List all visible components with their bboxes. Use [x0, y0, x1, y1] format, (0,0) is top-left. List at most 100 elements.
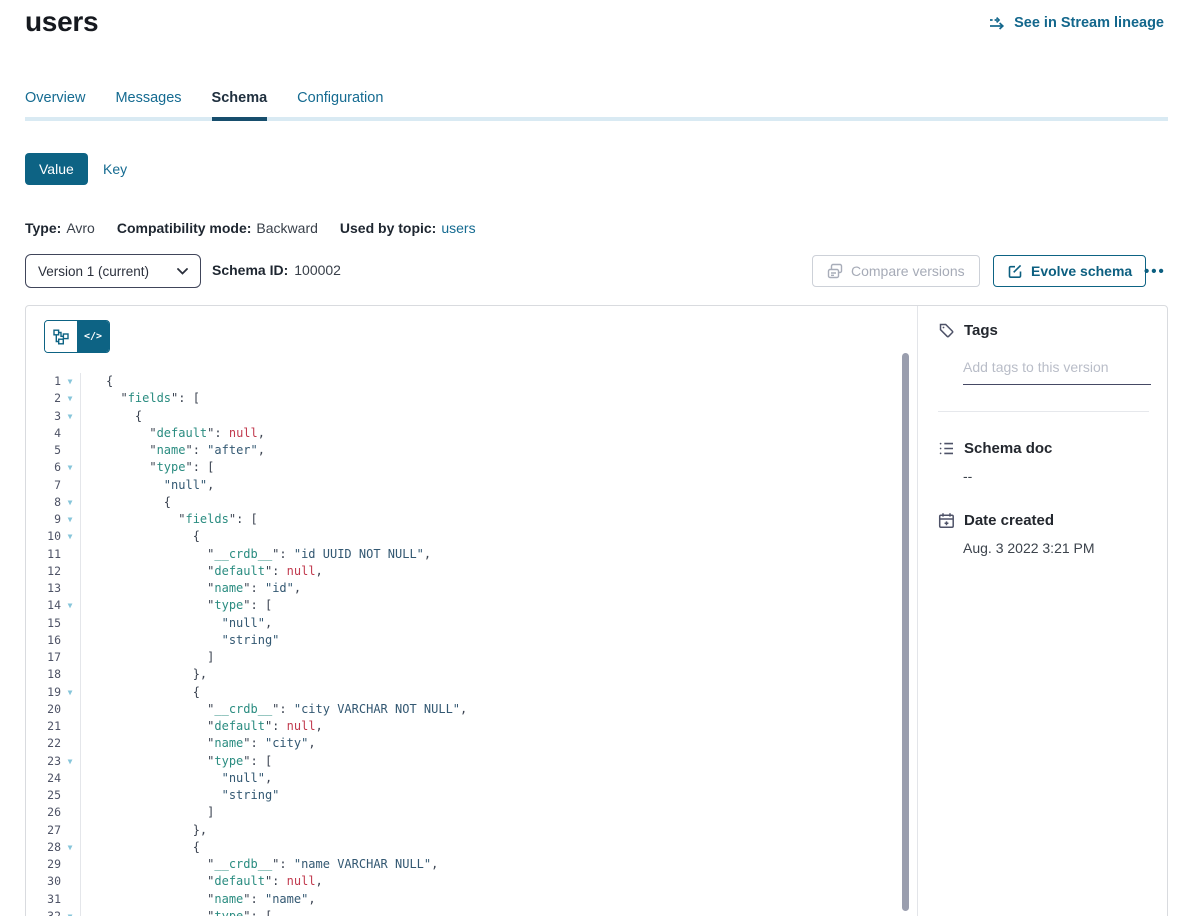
code-view-button[interactable]: </>: [77, 321, 109, 352]
line-number: 11: [27, 546, 61, 563]
code-line-text: {: [81, 528, 200, 545]
value-toggle-button[interactable]: Value: [25, 153, 88, 185]
code-line-text: {: [81, 494, 171, 511]
fold-spacer: [61, 563, 79, 580]
compare-versions-button[interactable]: Compare versions: [812, 255, 980, 287]
gutter: 12: [27, 563, 81, 580]
fold-caret-icon[interactable]: ▼: [61, 839, 79, 856]
date-created-value: Aug. 3 2022 3:21 PM: [963, 540, 1149, 556]
gutter: 14▼: [27, 597, 81, 614]
tab-schema[interactable]: Schema: [212, 90, 268, 121]
sidebar-divider: [938, 411, 1149, 412]
code-line-text: "default": null,: [81, 563, 323, 580]
scrollbar-thumb[interactable]: [902, 353, 909, 911]
gutter: 3▼: [27, 408, 81, 425]
tab-messages[interactable]: Messages: [115, 90, 181, 121]
fold-caret-icon[interactable]: ▼: [61, 373, 79, 390]
code-line: 8▼ {: [27, 494, 901, 511]
line-number: 10: [27, 528, 61, 545]
code-line-text: "__crdb__": "id UUID NOT NULL",: [81, 546, 431, 563]
line-number: 25: [27, 787, 61, 804]
line-number: 13: [27, 580, 61, 597]
gutter: 22: [27, 735, 81, 752]
fold-spacer: [61, 701, 79, 718]
line-number: 12: [27, 563, 61, 580]
code-line: 11 "__crdb__": "id UUID NOT NULL",: [27, 546, 901, 563]
schema-id: Schema ID: 100002: [212, 262, 341, 278]
code-line: 26 ]: [27, 804, 901, 821]
topic-link[interactable]: users: [441, 220, 475, 236]
fold-caret-icon[interactable]: ▼: [61, 408, 79, 425]
tag-icon: [938, 322, 955, 339]
gutter: 25: [27, 787, 81, 804]
gutter: 19▼: [27, 684, 81, 701]
code-viewport[interactable]: 1▼{2▼ "fields": [3▼ {4 "default": null,5…: [27, 373, 901, 916]
gutter: 24: [27, 770, 81, 787]
code-line-text: "__crdb__": "name VARCHAR NULL",: [81, 856, 438, 873]
line-number: 15: [27, 615, 61, 632]
code-line-text: {: [81, 839, 200, 856]
code-line-text: "type": [: [81, 459, 214, 476]
code-line-text: },: [81, 822, 207, 839]
fold-spacer: [61, 718, 79, 735]
code-line: 13 "name": "id",: [27, 580, 901, 597]
fold-spacer: [61, 856, 79, 873]
fold-caret-icon[interactable]: ▼: [61, 753, 79, 770]
fold-spacer: [61, 632, 79, 649]
code-line: 28▼ {: [27, 839, 901, 856]
code-line-text: "name": "id",: [81, 580, 301, 597]
code-line-text: "__crdb__": "city VARCHAR NOT NULL",: [81, 701, 467, 718]
line-number: 18: [27, 666, 61, 683]
tab-configuration[interactable]: Configuration: [297, 90, 383, 121]
evolve-schema-button[interactable]: Evolve schema: [993, 255, 1146, 287]
line-number: 16: [27, 632, 61, 649]
gutter: 9▼: [27, 511, 81, 528]
compare-versions-icon: [827, 263, 843, 279]
code-line: 12 "default": null,: [27, 563, 901, 580]
fold-caret-icon[interactable]: ▼: [61, 528, 79, 545]
code-line: 19▼ {: [27, 684, 901, 701]
key-toggle-button[interactable]: Key: [103, 161, 127, 177]
gutter: 2▼: [27, 390, 81, 407]
fold-spacer: [61, 822, 79, 839]
fold-caret-icon[interactable]: ▼: [61, 494, 79, 511]
code-line: 32▼ "type": [: [27, 908, 901, 916]
tree-view-button[interactable]: [45, 321, 77, 352]
list-icon: [938, 440, 955, 457]
fold-caret-icon[interactable]: ▼: [61, 597, 79, 614]
gutter: 21: [27, 718, 81, 735]
fold-spacer: [61, 804, 79, 821]
code-line-text: "default": null,: [81, 425, 265, 442]
gutter: 28▼: [27, 839, 81, 856]
fold-spacer: [61, 442, 79, 459]
code-line: 15 "null",: [27, 615, 901, 632]
tags-input-wrap: [963, 359, 1151, 385]
gutter: 1▼: [27, 373, 81, 390]
fold-spacer: [61, 649, 79, 666]
gutter: 20: [27, 701, 81, 718]
more-options-button[interactable]: •••: [1144, 255, 1166, 287]
compatibility-label: Compatibility mode:: [117, 220, 252, 236]
code-line-text: "null",: [81, 477, 214, 494]
type-value: Avro: [66, 220, 95, 236]
line-number: 17: [27, 649, 61, 666]
fold-caret-icon[interactable]: ▼: [61, 908, 79, 916]
version-select[interactable]: Version 1 (current): [25, 254, 201, 288]
line-number: 30: [27, 873, 61, 890]
gutter: 10▼: [27, 528, 81, 545]
code-line: 6▼ "type": [: [27, 459, 901, 476]
compare-versions-label: Compare versions: [851, 263, 965, 279]
code-line: 22 "name": "city",: [27, 735, 901, 752]
line-number: 2: [27, 390, 61, 407]
fold-spacer: [61, 666, 79, 683]
fold-caret-icon[interactable]: ▼: [61, 459, 79, 476]
fold-caret-icon[interactable]: ▼: [61, 390, 79, 407]
line-number: 24: [27, 770, 61, 787]
fold-caret-icon[interactable]: ▼: [61, 511, 79, 528]
gutter: 18: [27, 666, 81, 683]
tags-input[interactable]: [963, 359, 1151, 375]
fold-caret-icon[interactable]: ▼: [61, 684, 79, 701]
tab-overview[interactable]: Overview: [25, 90, 85, 121]
stream-lineage-link[interactable]: See in Stream lineage: [989, 15, 1164, 31]
line-number: 6: [27, 459, 61, 476]
